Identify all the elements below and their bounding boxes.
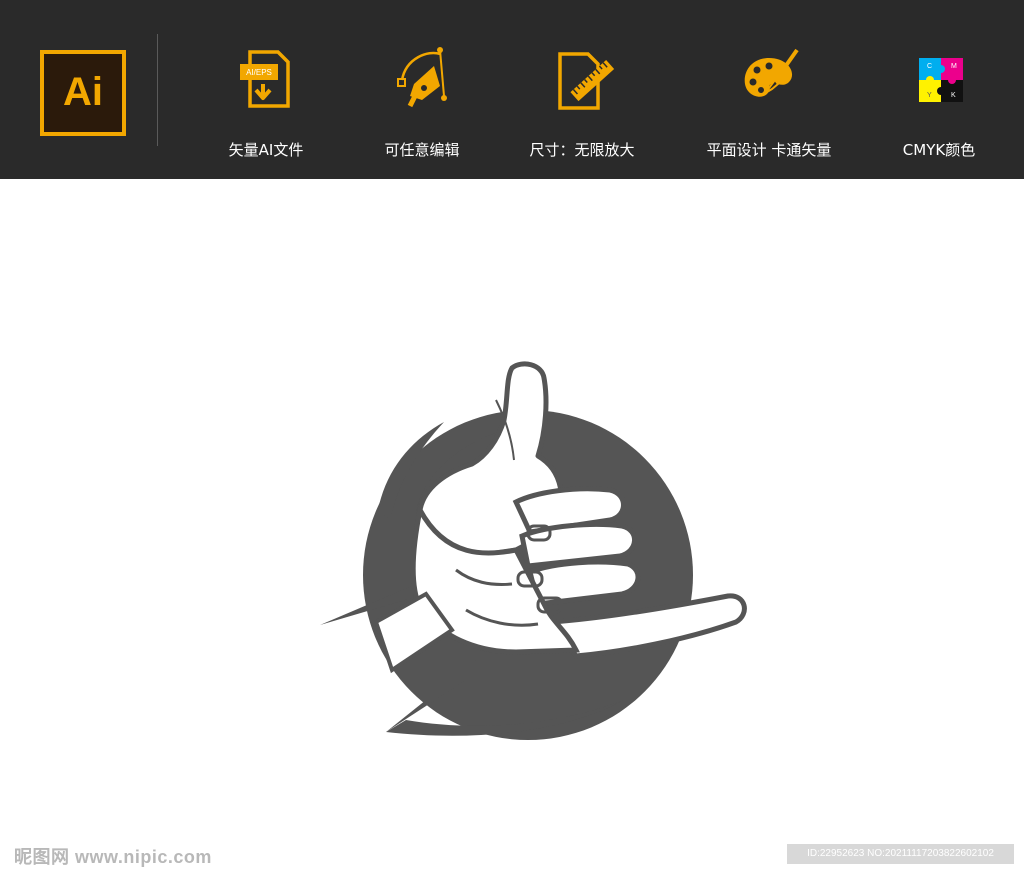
site-watermark: 昵图网 www.nipic.com xyxy=(14,847,212,867)
svg-text:AI/EPS: AI/EPS xyxy=(246,68,272,77)
feature-scalable: 尺寸：无限放大 xyxy=(507,44,657,164)
svg-text:K: K xyxy=(951,92,956,99)
feature-label: CMYK颜色 xyxy=(902,141,976,159)
image-id-watermark: ID:22952623 NO:20211117203822602102 xyxy=(787,844,1014,864)
svg-text:Y: Y xyxy=(927,92,932,99)
top-banner: Ai AI/EPS 矢量AI文件 可任意编辑 尺寸：无限放大 平面设计 卡通矢量… xyxy=(0,0,1024,179)
paint-palette-icon xyxy=(744,48,799,97)
feature-design: 平面设计 卡通矢量 xyxy=(694,44,844,164)
divider xyxy=(157,34,158,146)
svg-text:M: M xyxy=(951,63,957,70)
feature-label: 矢量AI文件 xyxy=(228,141,304,159)
document-ruler-icon xyxy=(558,52,615,110)
feature-cmyk: C M Y K CMYK颜色 xyxy=(864,44,1014,164)
svg-text:C: C xyxy=(927,63,932,70)
feature-editable: 可任意编辑 xyxy=(347,44,497,164)
logo-text: Ai xyxy=(63,70,103,114)
feature-label: 尺寸：无限放大 xyxy=(529,141,635,159)
document-download-icon: AI/EPS xyxy=(240,50,290,108)
pen-tool-icon xyxy=(397,47,447,108)
illustrator-logo: Ai xyxy=(40,50,126,136)
feature-vector-file: AI/EPS 矢量AI文件 xyxy=(191,44,341,164)
shaka-hand-icon xyxy=(320,361,747,740)
feature-label: 平面设计 卡通矢量 xyxy=(706,141,832,159)
cmyk-puzzle-icon: C M Y K xyxy=(919,58,963,102)
feature-label: 可任意编辑 xyxy=(384,141,460,159)
